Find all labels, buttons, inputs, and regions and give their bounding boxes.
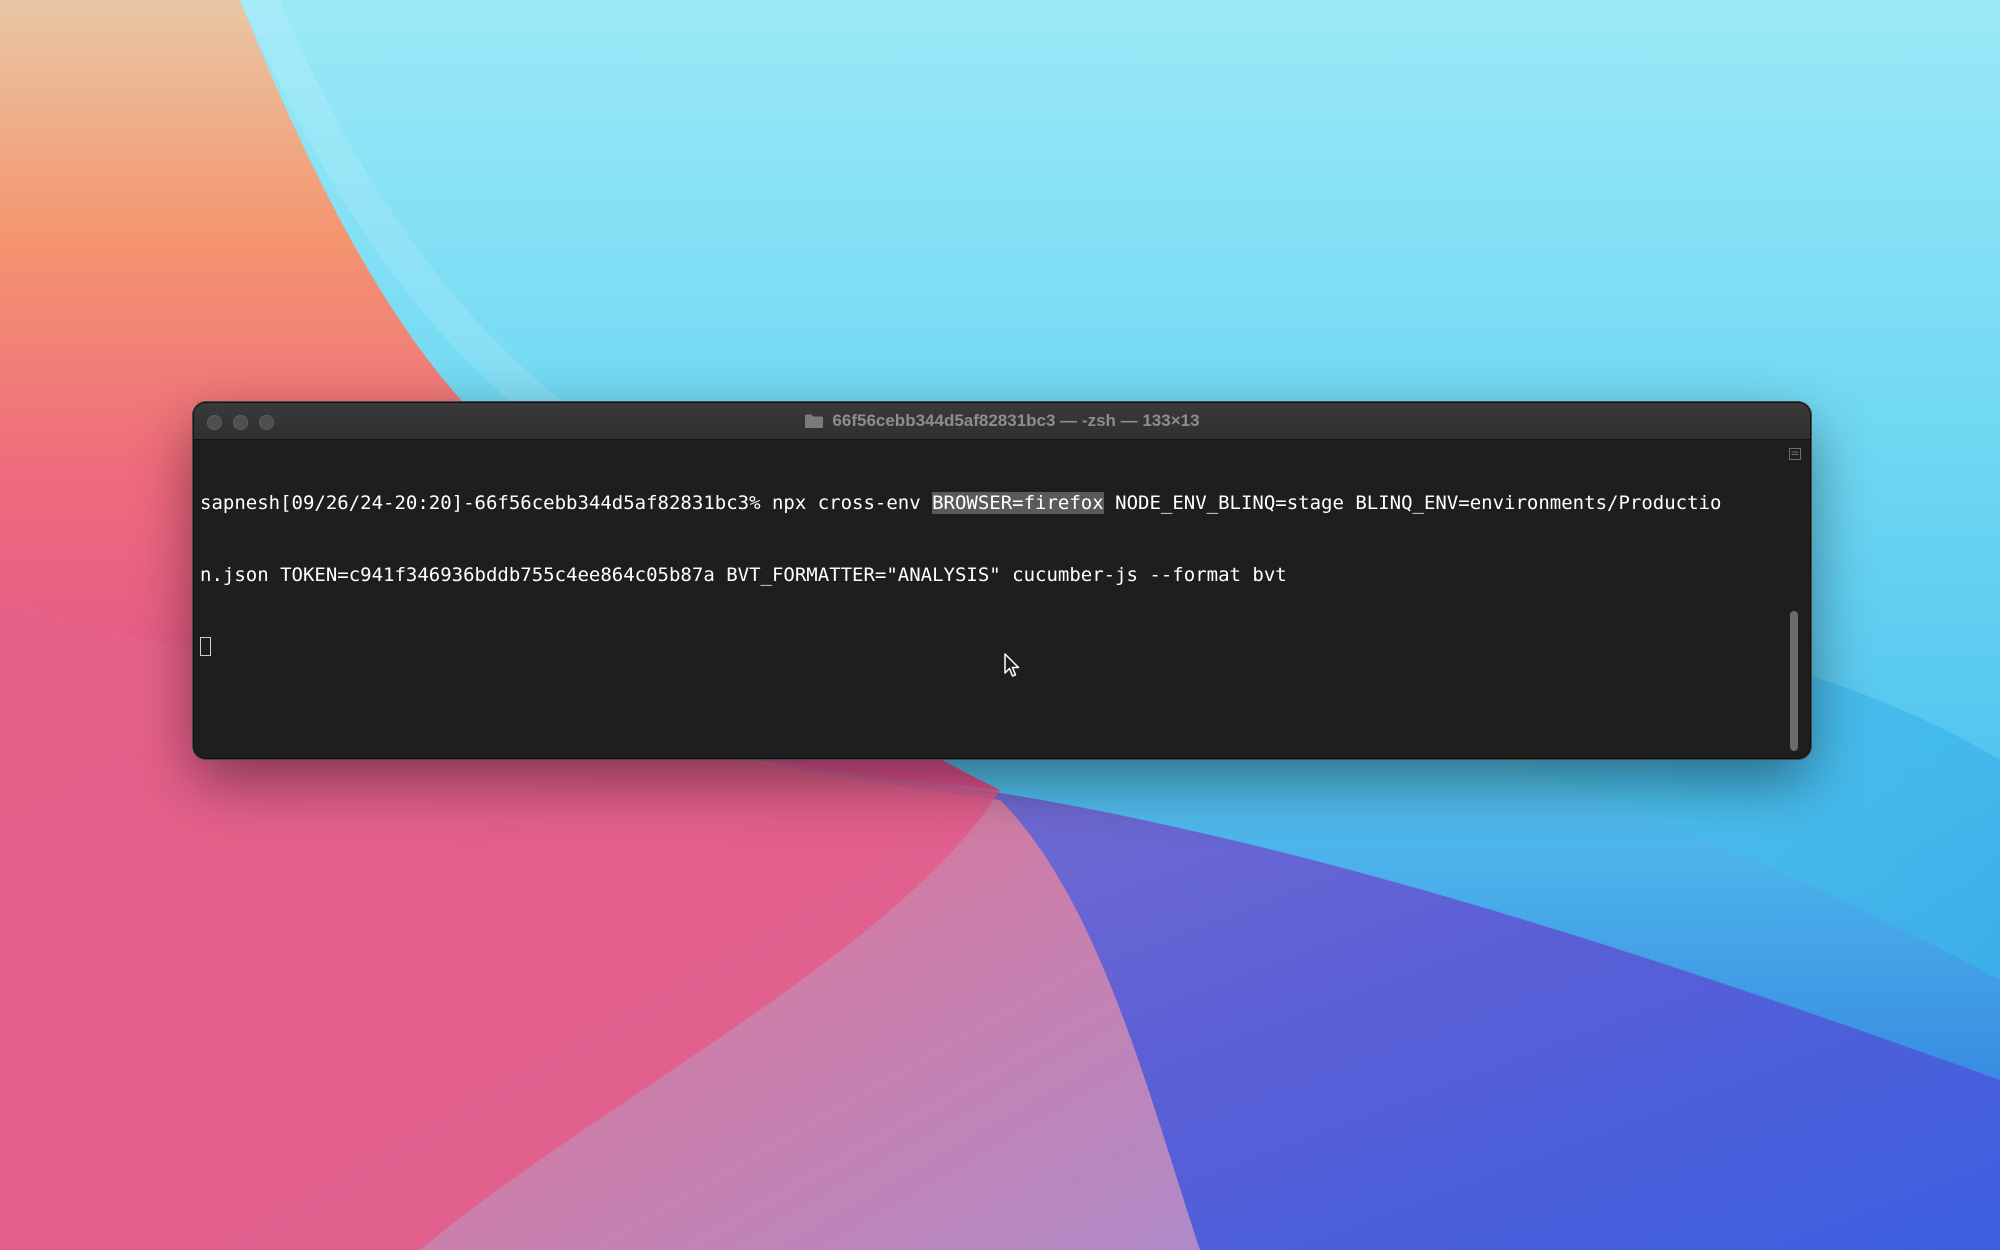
scrollbar-menu-icon[interactable]	[1789, 445, 1801, 460]
terminal-line-1: sapnesh[09/26/24-20:20]-66f56cebb344d5af…	[200, 491, 1780, 515]
command-text-continued: NODE_ENV_BLINQ=stage BLINQ_ENV=environme…	[1103, 492, 1722, 514]
terminal-line-2: n.json TOKEN=c941f346936bddb755c4ee864c0…	[200, 564, 1287, 586]
window-title-area: 66f56cebb344d5af82831bc3 — -zsh — 133×13	[194, 403, 1810, 439]
terminal-output[interactable]: sapnesh[09/26/24-20:20]-66f56cebb344d5af…	[200, 443, 1780, 758]
folder-icon	[804, 413, 824, 429]
scrollbar-thumb[interactable]	[1790, 611, 1798, 751]
selected-text[interactable]: BROWSER=firefox	[932, 492, 1104, 514]
title-bar[interactable]: 66f56cebb344d5af82831bc3 — -zsh — 133×13	[194, 403, 1810, 440]
text-cursor	[200, 637, 211, 656]
window-title: 66f56cebb344d5af82831bc3 — -zsh — 133×13	[832, 411, 1200, 430]
terminal-window[interactable]: 66f56cebb344d5af82831bc3 — -zsh — 133×13…	[194, 403, 1810, 758]
command-text: sapnesh[09/26/24-20:20]-66f56cebb344d5af…	[200, 492, 933, 514]
terminal-line-3	[200, 635, 1780, 659]
mouse-pointer-icon	[1004, 653, 1022, 679]
